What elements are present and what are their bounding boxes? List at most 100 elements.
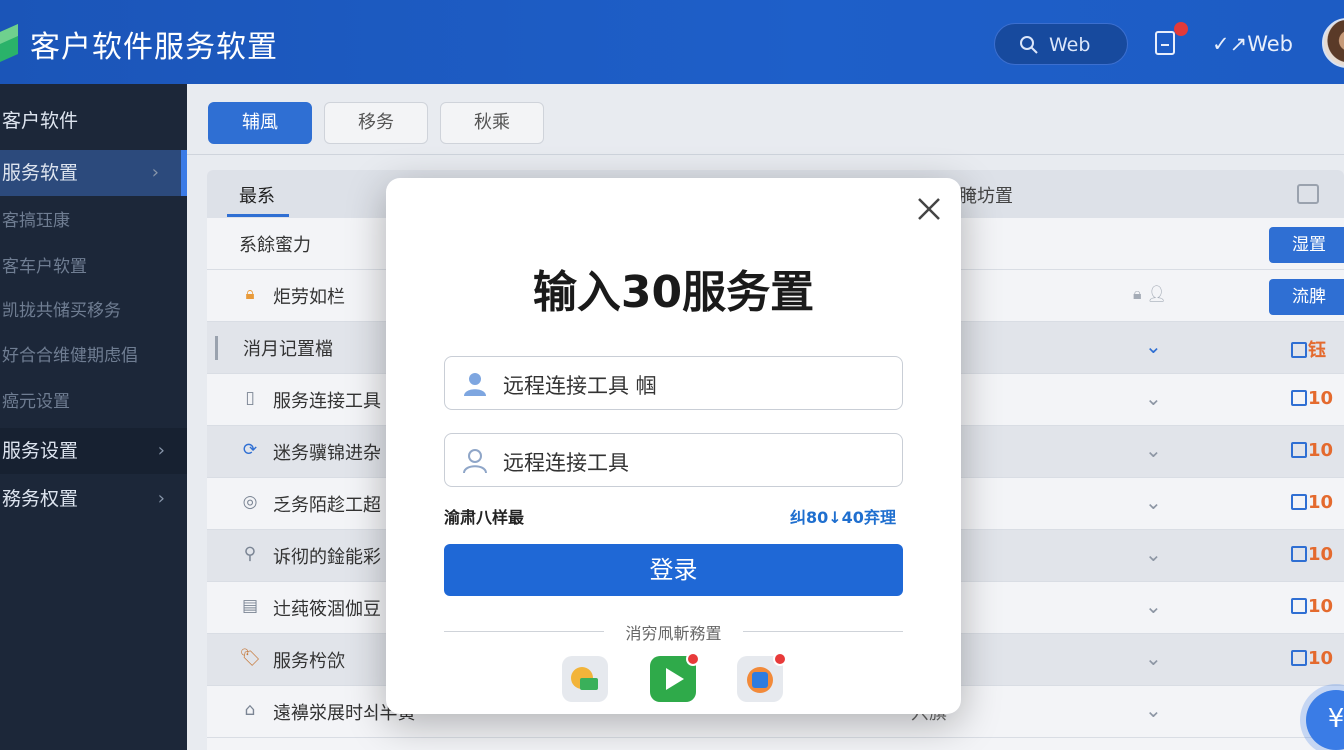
chevron-down-icon[interactable]: ⌄	[1145, 646, 1162, 670]
chevron-right-icon: ›	[157, 440, 165, 461]
login-button[interactable]: 登录	[444, 544, 903, 596]
row-label: 服务连接工具	[273, 391, 381, 412]
notification-dot	[773, 652, 787, 666]
top-header: 客户软件服务软置 Web ✓↗Web	[0, 0, 1344, 84]
document-icon: ▤	[241, 596, 259, 616]
search-icon	[1020, 36, 1038, 54]
sidebar-item-service-setup[interactable]: 服务设置 ›	[0, 428, 187, 474]
column-settings-icon[interactable]	[1297, 184, 1319, 204]
row-badge[interactable]: 10	[1291, 648, 1333, 669]
checkbox-icon	[1291, 342, 1307, 358]
app-logo-icon	[0, 24, 18, 62]
modal-title: 输入30服务置	[532, 267, 815, 318]
app-login-icon[interactable]	[737, 652, 787, 702]
sidebar-item-service-settings[interactable]: 服务软置 ›	[0, 150, 187, 196]
sidebar-item-label: 務务权置	[2, 488, 79, 510]
row-label: 系餘蜜力	[239, 235, 311, 256]
sidebar-item-label: 服务设置	[2, 440, 79, 462]
tab-primary[interactable]: 辅風	[208, 102, 312, 144]
username-value: 远程连接工具 帼	[503, 374, 657, 398]
sidebar-item-label: 客车户软置	[2, 257, 87, 277]
notification-dot	[686, 652, 700, 666]
password-field[interactable]: 远程连接工具	[444, 433, 903, 487]
chevron-down-icon[interactable]: ⌄	[1145, 542, 1162, 566]
chevron-down-icon[interactable]: ⌄	[1145, 386, 1162, 410]
chevron-down-icon[interactable]: ⌄	[1145, 490, 1162, 514]
username-field[interactable]: 远程连接工具 帼	[444, 356, 903, 410]
row-action-button[interactable]: 流脾	[1269, 279, 1344, 315]
forgot-password-link[interactable]: 纠80↓40弃理	[790, 504, 896, 528]
document-icon[interactable]	[1154, 30, 1178, 56]
chevron-right-icon: ›	[157, 488, 165, 509]
row-action-button[interactable]: 湿置	[1269, 227, 1344, 263]
sidebar-item-label: 客搞珏康	[2, 211, 70, 231]
photo-app-icon	[571, 667, 598, 690]
row-label: 迷务骥锦进杂	[273, 443, 381, 464]
row-label: 服务枍欱	[273, 651, 345, 672]
sidebar-item-task-settings[interactable]: 務务权置 ›	[0, 476, 187, 522]
app-login-icon[interactable]	[562, 656, 608, 702]
sidebar-subitem[interactable]: 癌元设置	[0, 379, 187, 425]
row-badge[interactable]: 10	[1291, 388, 1333, 409]
checkbox-icon	[1291, 442, 1307, 458]
checkbox-icon	[1291, 650, 1307, 666]
tag-icon: 🏷︎	[239, 648, 261, 668]
checkbox-icon	[1291, 494, 1307, 510]
remember-me-label[interactable]: 渝肃八样最	[444, 504, 524, 528]
password-value: 远程连接工具	[503, 451, 629, 475]
sidebar-subitem[interactable]: 客车户软置	[0, 244, 187, 290]
column-header: 腌坊置	[959, 186, 1013, 207]
app-title: 客户软件服务软置	[30, 30, 278, 65]
sidebar-item-label: 癌元设置	[2, 392, 70, 412]
tab-secondary[interactable]: 移务	[324, 102, 428, 144]
avatar[interactable]	[1322, 18, 1344, 68]
sidebar: 客户软件 服务软置 › 客搞珏康 客车户软置 凯拢共储买移务 好合合维健期虑倡 …	[0, 84, 187, 750]
chevron-down-icon[interactable]: ⌄	[1145, 698, 1162, 722]
lock-user-icon: 🔒︎ 👤︎	[1133, 284, 1167, 303]
row-label: 消月记置檔	[243, 339, 333, 360]
user-icon	[464, 373, 486, 396]
lock-icon: 🔒︎	[245, 284, 255, 304]
divider-text: 消穷凧斬務置	[625, 624, 722, 643]
row-label: 诉彻的鍂能彩	[273, 547, 381, 568]
target-icon: ◎	[242, 492, 258, 512]
chevron-down-icon[interactable]: ⌄	[1145, 438, 1162, 462]
notification-badge	[1174, 22, 1188, 36]
row-badge[interactable]: 10	[1291, 492, 1333, 513]
web-link[interactable]: ✓↗Web	[1212, 32, 1293, 56]
row-label: 炬劳如栏	[273, 287, 345, 308]
row-badge[interactable]: 钰	[1291, 336, 1326, 362]
sidebar-item-label: 凯拢共储买移务	[2, 301, 121, 321]
row-badge[interactable]: 10	[1291, 544, 1333, 565]
sidebar-subitem[interactable]: 凯拢共储买移务	[0, 288, 187, 334]
folder-icon: ⌂	[244, 700, 256, 720]
tab-tertiary[interactable]: 秋乘	[440, 102, 544, 144]
sidebar-subitem[interactable]: 好合合维健期虑倡	[0, 333, 187, 379]
user-icon	[463, 449, 487, 474]
sidebar-item-client-software[interactable]: 客户软件	[0, 98, 187, 144]
checkbox-icon	[1291, 546, 1307, 562]
search-label: Web	[1049, 34, 1091, 56]
column-header[interactable]: 最系	[239, 182, 275, 208]
app-login-icon[interactable]	[650, 652, 700, 702]
active-column-indicator	[227, 214, 289, 217]
divider	[187, 154, 1344, 155]
search-icon: ⚲	[243, 544, 257, 564]
chevron-right-icon: ›	[151, 162, 159, 183]
chevron-down-icon[interactable]: ⌄	[1145, 334, 1162, 358]
search-button[interactable]: Web	[994, 23, 1128, 65]
sidebar-item-label: 服务软置	[2, 162, 79, 184]
refresh-icon: ⟳	[242, 440, 258, 460]
row-badge[interactable]: 10	[1291, 440, 1333, 461]
chevron-down-icon[interactable]: ⌄	[1145, 594, 1162, 618]
row-marker	[215, 336, 218, 360]
checkbox-icon	[1291, 390, 1307, 406]
file-icon: ▯	[245, 388, 255, 408]
close-icon[interactable]	[914, 194, 944, 224]
row-label: 辻莼筱涸伽豆	[273, 599, 381, 620]
row-label: 乏务陌趁工超	[273, 495, 381, 516]
row-badge[interactable]: 10	[1291, 596, 1333, 617]
sidebar-item-label: 客户软件	[2, 110, 79, 132]
sidebar-item-label: 好合合维健期虑倡	[2, 346, 138, 366]
sidebar-subitem[interactable]: 客搞珏康	[0, 198, 187, 244]
